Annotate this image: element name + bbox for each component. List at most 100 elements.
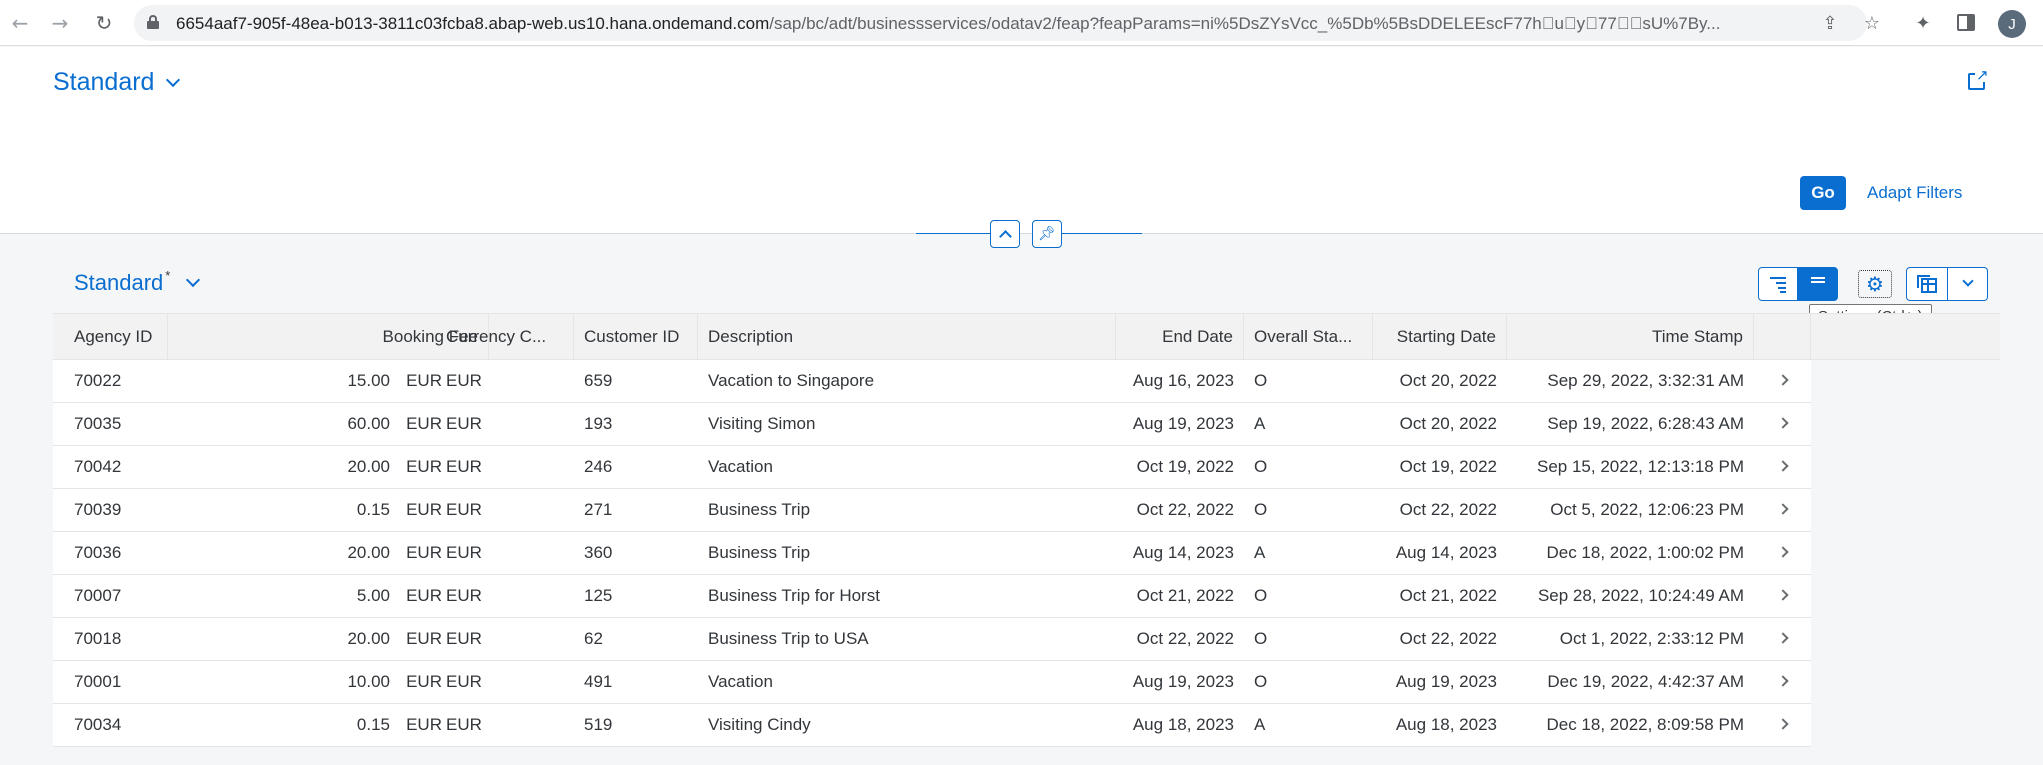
cell-agency-id: 70034: [74, 715, 122, 734]
cell-agency-id: 70022: [74, 371, 122, 390]
cell-overall-status: O: [1254, 371, 1268, 390]
chevron-right-icon[interactable]: [1777, 718, 1789, 730]
cell-customer-id: 659: [584, 371, 613, 390]
chevron-down-icon: [166, 72, 181, 87]
spreadsheet-icon: [1917, 275, 1937, 293]
chevron-right-icon[interactable]: [1777, 675, 1789, 687]
table-variant-label: Standard: [74, 270, 164, 295]
table-row[interactable]: 70022 15.00 EUR EUR 659 Vacation to Singapore…: [53, 360, 1811, 403]
table-header-row: Agency ID Booking Fee Currency C... Cust…: [53, 313, 2000, 360]
header-divider-left: [916, 233, 996, 234]
adapt-filters-link[interactable]: Adapt Filters: [1867, 183, 1962, 203]
column-header-navigation: [1754, 314, 1811, 360]
star-icon[interactable]: ☆: [1861, 12, 1883, 34]
cell-agency-id: 70018: [74, 629, 122, 648]
column-header-end-date[interactable]: End Date: [1116, 314, 1244, 360]
cell-agency-id: 70039: [74, 500, 122, 519]
chevron-right-icon[interactable]: [1777, 546, 1789, 558]
cell-description: Vacation: [708, 672, 773, 691]
cell-overall-status: O: [1254, 500, 1268, 519]
cell-time-stamp: Oct 1, 2022, 2:33:12 PM: [1559, 629, 1744, 648]
url-text[interactable]: 6654aaf7-905f-48ea-b013-3811c03fcba8.aba…: [176, 14, 1776, 33]
share-icon[interactable]: ⇪: [1819, 12, 1841, 34]
reload-icon[interactable]: ↻: [90, 9, 118, 37]
cell-customer-id: 519: [584, 715, 613, 734]
cell-end-date: Oct 22, 2022: [1136, 629, 1234, 648]
cell-starting-date: Oct 21, 2022: [1399, 586, 1497, 605]
cell-booking-fee: 60.00: [347, 414, 390, 433]
go-button[interactable]: Go: [1800, 176, 1846, 210]
chevron-right-icon[interactable]: [1777, 503, 1789, 515]
column-header-description[interactable]: Description: [698, 314, 1116, 360]
extensions-icon[interactable]: ✦: [1910, 10, 1936, 36]
header-divider-right: [1062, 233, 1142, 234]
cell-agency-id: 70035: [74, 414, 122, 433]
cell-time-stamp: Sep 28, 2022, 10:24:49 AM: [1537, 586, 1744, 605]
chevron-right-icon[interactable]: [1777, 374, 1789, 386]
table-row[interactable]: 70036 20.00 EUR EUR 360 Business Trip Aug 14, …: [53, 532, 1811, 575]
chevron-right-icon[interactable]: [1777, 632, 1789, 644]
table-row[interactable]: 70034 0.15 EUR EUR 519 Visiting Cindy Aug 18, …: [53, 704, 1811, 747]
table-row[interactable]: 70035 60.00 EUR EUR 193 Visiting Simon Aug 19,…: [53, 403, 1811, 446]
cell-booking-fee: 15.00: [347, 371, 390, 390]
cell-currency-code: EUR: [446, 586, 482, 605]
cell-overall-status: O: [1254, 586, 1268, 605]
export-icon[interactable]: ↗: [1966, 67, 1992, 93]
column-header-currency-code[interactable]: Currency C...: [436, 314, 574, 360]
tree-view-button[interactable]: [1758, 267, 1798, 301]
settings-button[interactable]: ⚙: [1858, 270, 1892, 298]
table-row[interactable]: 70007 5.00 EUR EUR 125 Business Trip for Hors…: [53, 575, 1811, 618]
cell-overall-status: A: [1254, 543, 1266, 562]
column-header-time-stamp[interactable]: Time Stamp: [1507, 314, 1754, 360]
page-variant-selector[interactable]: Standard: [53, 68, 181, 97]
address-bar[interactable]: 6654aaf7-905f-48ea-b013-3811c03fcba8.aba…: [134, 5, 1880, 41]
collapse-header-button[interactable]: [990, 220, 1020, 248]
pin-header-button[interactable]: 📌︎: [1032, 220, 1062, 248]
cell-booking-fee: 5.00: [356, 586, 390, 605]
cell-description: Visiting Cindy: [708, 715, 811, 734]
chevron-right-icon[interactable]: [1777, 460, 1789, 472]
column-header-overall-status[interactable]: Overall Sta...: [1244, 314, 1373, 360]
cell-end-date: Aug 19, 2023: [1132, 672, 1234, 691]
back-arrow-icon[interactable]: ←: [6, 9, 34, 37]
dynamic-page-header: Standard ↗ Go Adapt Filters: [0, 47, 2043, 234]
chevron-down-icon: [186, 272, 201, 288]
column-header-agency-id[interactable]: Agency ID: [53, 314, 168, 360]
forward-arrow-icon[interactable]: →: [46, 9, 74, 37]
flat-view-button[interactable]: [1798, 267, 1838, 301]
column-header-customer-id[interactable]: Customer ID: [574, 314, 698, 360]
lock-icon[interactable]: [147, 15, 159, 29]
table-row[interactable]: 70001 10.00 EUR EUR 491 Vacation Aug 19, 2023 O…: [53, 661, 1811, 704]
table-body: 70022 15.00 EUR EUR 659 Vacation to Singapore…: [53, 360, 1811, 747]
cell-description: Visiting Simon: [708, 414, 816, 433]
cell-description: Vacation: [708, 457, 773, 476]
table-row[interactable]: 70039 0.15 EUR EUR 271 Business Trip Oct 22, 2…: [53, 489, 1811, 532]
cell-end-date: Oct 21, 2022: [1136, 586, 1234, 605]
cell-starting-date: Oct 22, 2022: [1399, 500, 1497, 519]
cell-time-stamp: Sep 15, 2022, 12:13:18 PM: [1537, 457, 1744, 476]
cell-description: Business Trip to USA: [708, 629, 869, 648]
chevron-right-icon[interactable]: [1777, 417, 1789, 429]
cell-agency-id: 70036: [74, 543, 122, 562]
variant-modified-marker: *: [165, 267, 171, 283]
cell-end-date: Aug 14, 2023: [1132, 543, 1234, 562]
cell-description: Business Trip: [708, 500, 811, 519]
url-path: /sap/bc/adt/businessservices/odatav2/fea…: [769, 14, 1721, 33]
table-row[interactable]: 70018 20.00 EUR EUR 62 Business Trip to USA Oc…: [53, 618, 1811, 661]
chevron-right-icon[interactable]: [1777, 589, 1789, 601]
avatar[interactable]: J: [1998, 10, 2026, 38]
table-row[interactable]: 70042 20.00 EUR EUR 246 Vacation Oct 19, 2022 O…: [53, 446, 1811, 489]
chevron-down-icon: [1961, 275, 1974, 287]
export-to-spreadsheet-button[interactable]: [1906, 267, 1948, 301]
cell-customer-id: 193: [584, 414, 613, 433]
cell-agency-id: 70007: [74, 586, 122, 605]
export-options-button[interactable]: [1948, 267, 1988, 301]
cell-customer-id: 491: [584, 672, 613, 691]
cell-currency-code: EUR: [446, 371, 482, 390]
cell-description: Vacation to Singapore: [708, 371, 875, 390]
side-panel-icon[interactable]: [1957, 14, 1975, 31]
table-variant-selector[interactable]: Standard *: [74, 267, 201, 296]
cell-starting-date: Aug 19, 2023: [1395, 672, 1497, 691]
cell-customer-id: 360: [584, 543, 613, 562]
column-header-starting-date[interactable]: Starting Date: [1373, 314, 1507, 360]
